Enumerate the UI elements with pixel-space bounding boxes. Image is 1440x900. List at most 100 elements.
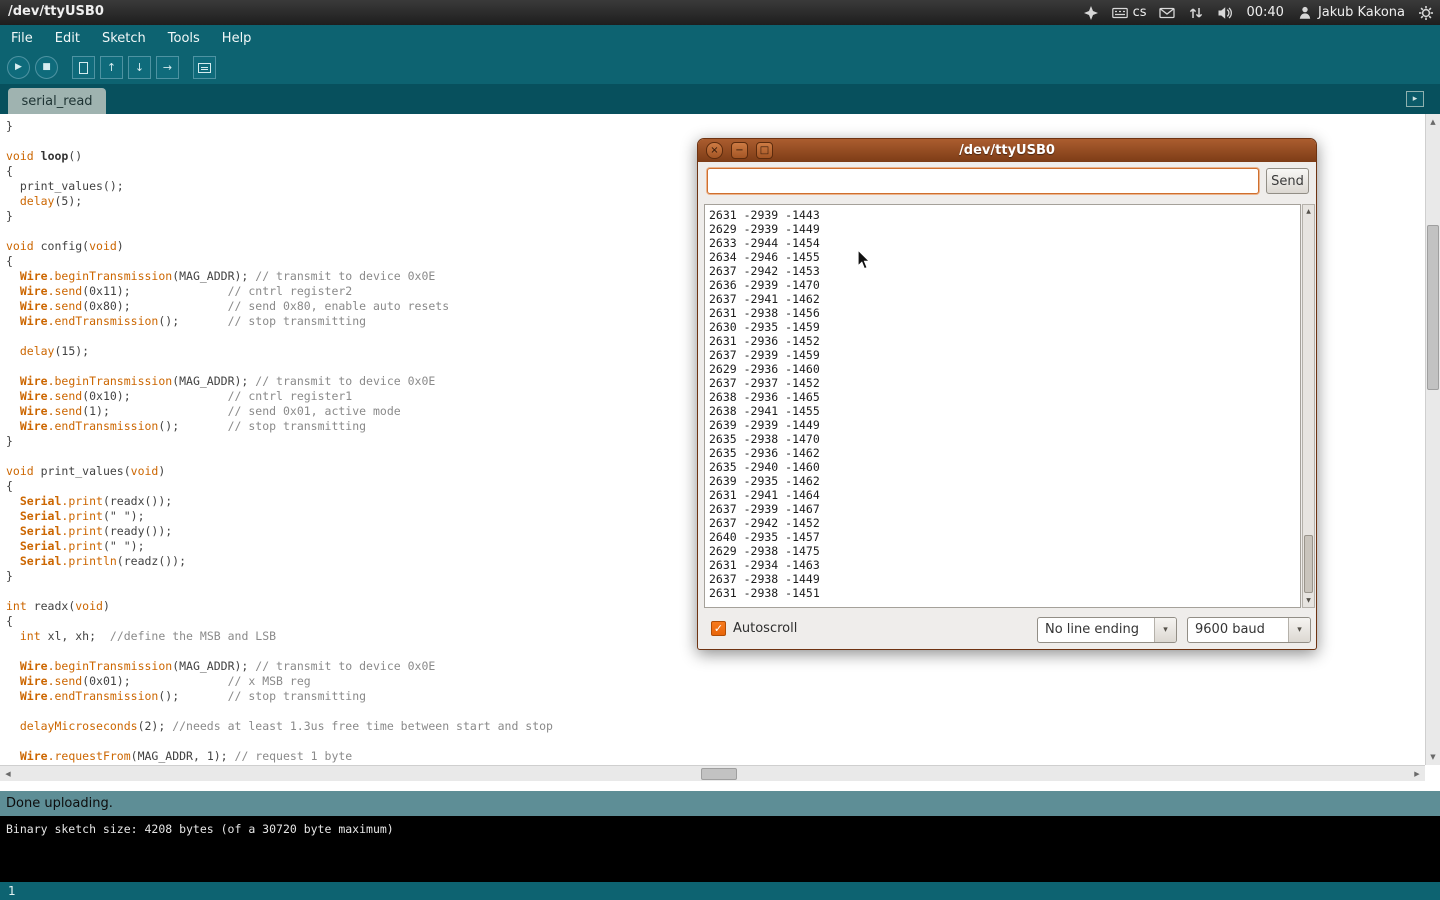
serial-line: 2631 -2939 -1443 xyxy=(709,208,1300,222)
vertical-scroll-thumb[interactable] xyxy=(1427,225,1439,390)
code-line: Wire.requestFrom(MAG_ADDR, 1); // reques… xyxy=(6,749,553,764)
menu-file[interactable]: File xyxy=(0,26,44,51)
stop-button[interactable]: ■ xyxy=(35,56,58,79)
code-line xyxy=(6,644,553,659)
code-line: Serial.print(" "); xyxy=(6,539,553,554)
code-line: Wire.endTransmission(); // stop transmit… xyxy=(6,689,553,704)
new-button[interactable] xyxy=(72,56,95,79)
menu-help[interactable]: Help xyxy=(211,26,263,51)
editor-horizontal-scrollbar: ◀ ▶ xyxy=(0,765,1425,781)
serial-monitor-window: /dev/ttyUSB0 × − □ Send 2631 -2939 -1443… xyxy=(697,138,1317,650)
clock-indicator[interactable]: 00:40 xyxy=(1246,5,1283,20)
keyboard-layout-label: cs xyxy=(1133,5,1147,20)
code-line: } xyxy=(6,434,553,449)
code-line: delayMicroseconds(2); //needs at least 1… xyxy=(6,719,553,734)
open-button[interactable]: ↑ xyxy=(100,56,123,79)
code-line: Wire.beginTransmission(MAG_ADDR); // tra… xyxy=(6,269,553,284)
line-number-strip: 1 xyxy=(0,882,1440,900)
baud-rate-value: 9600 baud xyxy=(1188,618,1288,642)
tab-overflow-button[interactable]: ▸ xyxy=(1406,91,1424,107)
serial-line: 2633 -2944 -1454 xyxy=(709,236,1300,250)
messaging-indicator[interactable] xyxy=(1159,5,1175,21)
status-bar: Done uploading. xyxy=(0,791,1440,816)
code-line: { xyxy=(6,614,553,629)
code-lines[interactable]: } void loop(){ print_values(); delay(5);… xyxy=(6,119,553,764)
serial-input[interactable] xyxy=(707,168,1259,194)
serial-line: 2637 -2939 -1459 xyxy=(709,348,1300,362)
save-button[interactable]: ↓ xyxy=(128,56,151,79)
code-line: void loop() xyxy=(6,149,553,164)
code-line: { xyxy=(6,479,553,494)
close-icon: × xyxy=(710,146,718,156)
maximize-button[interactable]: □ xyxy=(756,142,773,159)
send-label: Send xyxy=(1271,174,1304,189)
serial-monitor-title: /dev/ttyUSB0 xyxy=(959,143,1055,158)
serial-monitor-button[interactable] xyxy=(193,56,216,79)
chevron-down-icon[interactable]: ▾ xyxy=(1154,618,1176,642)
scroll-right-arrow[interactable]: ▶ xyxy=(1410,767,1424,781)
new-sketch-icon xyxy=(79,62,88,74)
serial-line: 2637 -2937 -1452 xyxy=(709,376,1300,390)
horizontal-scroll-thumb[interactable] xyxy=(701,768,737,780)
code-line xyxy=(6,704,553,719)
serial-monitor-titlebar[interactable]: /dev/ttyUSB0 xyxy=(698,139,1316,162)
serial-line: 2631 -2934 -1463 xyxy=(709,558,1300,572)
upload-button[interactable]: → xyxy=(156,56,179,79)
upload-icon: → xyxy=(163,62,172,73)
serial-output[interactable]: 2631 -2939 -14432629 -2939 -14492633 -29… xyxy=(704,204,1301,608)
code-line: } xyxy=(6,119,553,134)
console-text: Binary sketch size: 4208 bytes (of a 307… xyxy=(6,822,394,836)
serial-line: 2637 -2941 -1462 xyxy=(709,292,1300,306)
session-gear-icon xyxy=(1418,5,1434,21)
code-line: int readx(void) xyxy=(6,599,553,614)
check-icon: ✓ xyxy=(714,623,723,634)
network-indicator[interactable] xyxy=(1188,5,1204,21)
code-line: Serial.println(readz()); xyxy=(6,554,553,569)
updown-arrows-icon xyxy=(1188,5,1204,21)
serial-line: 2638 -2941 -1455 xyxy=(709,404,1300,418)
close-button[interactable]: × xyxy=(706,142,723,159)
scroll-up-arrow[interactable]: ▲ xyxy=(1426,115,1440,129)
autoscroll-checkbox[interactable]: ✓ xyxy=(711,621,726,636)
scroll-left-arrow[interactable]: ◀ xyxy=(1,767,15,781)
send-button[interactable]: Send xyxy=(1266,168,1309,194)
serial-scroll-thumb[interactable] xyxy=(1304,535,1313,593)
keyboard-layout-indicator[interactable]: cs xyxy=(1112,5,1147,21)
mail-icon xyxy=(1159,5,1175,21)
menu-sketch[interactable]: Sketch xyxy=(91,26,157,51)
serial-line: 2630 -2935 -1459 xyxy=(709,320,1300,334)
serial-line: 2631 -2938 -1451 xyxy=(709,586,1300,600)
serial-scroll-up-arrow[interactable]: ▲ xyxy=(1303,206,1314,217)
serial-line: 2639 -2935 -1462 xyxy=(709,474,1300,488)
indicator-applet[interactable] xyxy=(1083,5,1099,21)
baud-rate-dropdown[interactable]: 9600 baud ▾ xyxy=(1187,617,1311,643)
code-line xyxy=(6,734,553,749)
chevron-down-icon[interactable]: ▾ xyxy=(1288,618,1310,642)
user-menu[interactable]: Jakub Kakona xyxy=(1297,5,1405,21)
session-menu[interactable] xyxy=(1418,5,1434,21)
scroll-down-arrow[interactable]: ▼ xyxy=(1426,750,1440,764)
code-line xyxy=(6,329,553,344)
volume-indicator[interactable] xyxy=(1217,5,1233,21)
serial-scroll-down-arrow[interactable]: ▼ xyxy=(1303,595,1314,606)
speaker-icon xyxy=(1217,5,1233,21)
indicator-icon xyxy=(1083,5,1099,21)
user-name-label: Jakub Kakona xyxy=(1318,5,1405,20)
verify-button[interactable]: ▶ xyxy=(7,56,30,79)
mouse-cursor xyxy=(857,249,872,271)
tab-serial-read[interactable]: serial_read xyxy=(8,88,106,114)
system-tray: cs 00:40 xyxy=(1083,0,1434,25)
code-line: } xyxy=(6,569,553,584)
code-line: void print_values(void) xyxy=(6,464,553,479)
menu-edit[interactable]: Edit xyxy=(44,26,91,51)
autoscroll-label: Autoscroll xyxy=(733,621,797,636)
menu-tools[interactable]: Tools xyxy=(157,26,211,51)
code-line: void config(void) xyxy=(6,239,553,254)
line-ending-dropdown[interactable]: No line ending ▾ xyxy=(1037,617,1177,643)
minimize-button[interactable]: − xyxy=(731,142,748,159)
serial-line: 2634 -2946 -1455 xyxy=(709,250,1300,264)
code-line: Serial.print(readx()); xyxy=(6,494,553,509)
serial-line: 2631 -2936 -1452 xyxy=(709,334,1300,348)
code-line: Wire.beginTransmission(MAG_ADDR); // tra… xyxy=(6,374,553,389)
minimize-icon: − xyxy=(735,146,743,156)
